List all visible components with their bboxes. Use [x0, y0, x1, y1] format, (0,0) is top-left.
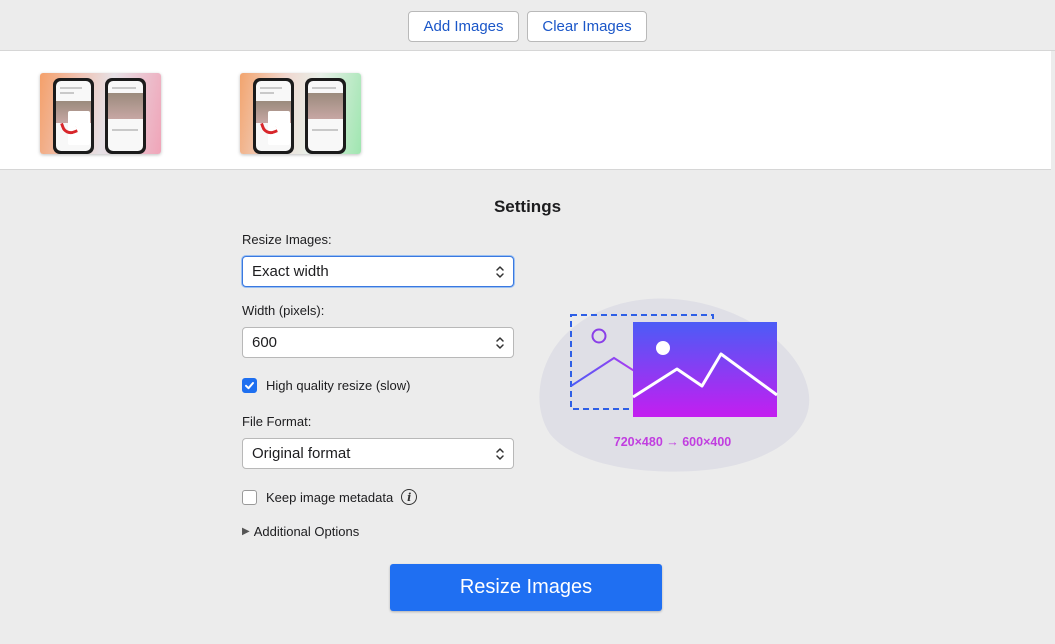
dimensions-caption: 720×480 → 600×400	[613, 435, 732, 449]
keep-metadata-checkbox[interactable]	[242, 489, 257, 505]
resized-image	[633, 322, 777, 417]
resize-mode-label: Resize Images:	[242, 232, 332, 247]
image-gallery	[0, 51, 1051, 170]
high-quality-row: High quality resize (slow)	[242, 378, 411, 393]
keep-metadata-label: Keep image metadata	[266, 489, 394, 505]
info-icon[interactable]: i	[401, 489, 418, 505]
resize-images-button[interactable]: Resize Images	[390, 564, 662, 611]
phone-graphic	[53, 78, 94, 154]
file-format-select[interactable]: Original format	[242, 438, 514, 469]
width-stepper[interactable]: 600	[242, 327, 514, 358]
gallery-scrollbar[interactable]	[1051, 51, 1055, 170]
resize-mode-select[interactable]: Exact width	[242, 256, 514, 287]
resize-mode-value: Exact width	[252, 263, 329, 280]
phone-graphic	[105, 78, 146, 154]
file-format-value: Original format	[252, 445, 351, 462]
settings-title: Settings	[493, 197, 562, 216]
chevron-up-down-icon	[496, 266, 504, 278]
file-format-label: File Format:	[242, 414, 312, 429]
chevron-up-down-icon[interactable]	[495, 336, 505, 350]
checkmark-icon	[245, 382, 254, 390]
image-thumbnail[interactable]	[40, 73, 161, 154]
additional-options-toggle[interactable]: ▶ Additional Options	[242, 524, 359, 539]
phone-graphic	[253, 78, 294, 154]
resized-sun-icon	[656, 341, 670, 355]
add-images-button[interactable]: Add Images	[408, 10, 519, 42]
width-label: Width (pixels):	[242, 303, 325, 318]
image-thumbnail[interactable]	[240, 73, 361, 154]
toolbar: Add Images Clear Images	[0, 0, 1055, 51]
triangle-right-icon: ▶	[242, 526, 250, 537]
high-quality-checkbox[interactable]	[242, 378, 257, 393]
phone-graphic	[305, 78, 346, 154]
chevron-up-down-icon	[496, 448, 504, 460]
width-value: 600	[252, 334, 278, 351]
clear-images-button[interactable]: Clear Images	[527, 10, 647, 42]
high-quality-label: High quality resize (slow)	[266, 378, 411, 393]
metadata-row: Keep image metadata i	[242, 489, 418, 505]
additional-options-label: Additional Options	[253, 524, 360, 539]
